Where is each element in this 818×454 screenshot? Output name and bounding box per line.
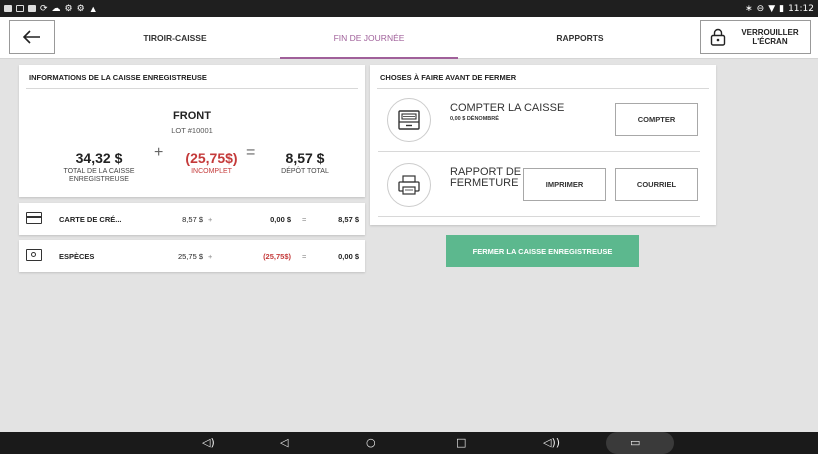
total-deposit: 8,57 $ DÉPÔT TOTAL bbox=[265, 150, 345, 176]
equals-sign: = bbox=[302, 215, 307, 224]
divider bbox=[378, 151, 700, 152]
arrow-left-icon bbox=[23, 30, 40, 44]
tab-label: RAPPORTS bbox=[556, 33, 604, 43]
count-drawer-task: COMPTER LA CAISSE 0,00 $ DÉNOMBRÉ COMPTE… bbox=[378, 98, 710, 142]
equals-sign: = bbox=[246, 144, 256, 161]
wifi-icon: ▼ bbox=[768, 3, 776, 14]
warning-icon: ▲ bbox=[88, 3, 98, 14]
payment-difference: (25,75$) bbox=[263, 252, 291, 261]
volume-up-icon[interactable]: ◁)) bbox=[543, 436, 560, 449]
register-total: 34,32 $ TOTAL DE LA CAISSE ENREGISTREUSE bbox=[49, 150, 149, 184]
image-icon bbox=[16, 5, 24, 12]
volume-down-icon[interactable]: ◁) bbox=[202, 436, 215, 449]
payment-total: 0,00 $ bbox=[338, 252, 359, 261]
equals-sign: = bbox=[302, 252, 307, 261]
active-tab-indicator bbox=[280, 57, 458, 59]
cloud-icon: ☁ bbox=[51, 3, 61, 13]
battery-icon: ▮ bbox=[779, 3, 785, 14]
count-drawer-counted: 0,00 $ DÉNOMBRÉ bbox=[450, 116, 499, 122]
system-navigation-bar: ◁) ◁ ○ □ ◁)) ▭ bbox=[0, 432, 818, 454]
print-button[interactable]: IMPRIMER bbox=[523, 168, 606, 201]
screenshot-button[interactable]: ▭ bbox=[606, 432, 674, 454]
email-button[interactable]: COURRIEL bbox=[615, 168, 698, 201]
cash-icon bbox=[26, 249, 42, 261]
count-button[interactable]: COMPTER bbox=[615, 103, 698, 136]
usb-icon: ⚙ bbox=[76, 3, 85, 13]
incomplete-label: INCOMPLET bbox=[191, 168, 232, 175]
tab-label: TIROIR-CAISSE bbox=[143, 33, 207, 43]
payment-row-card[interactable]: CARTE DE CRÉ... 8,57 $ + 0,00 $ = 8,57 $ bbox=[19, 203, 365, 235]
tab-label: FIN DE JOURNÉE bbox=[333, 33, 405, 43]
closing-report-title: RAPPORT DE FERMETURE bbox=[450, 167, 521, 189]
notification-icon bbox=[28, 5, 36, 12]
count-drawer-title: COMPTER LA CAISSE bbox=[450, 102, 565, 114]
tab-reports[interactable]: RAPPORTS bbox=[505, 17, 655, 59]
closing-report-title-line2: FERMETURE bbox=[450, 177, 519, 189]
tab-end-of-day[interactable]: FIN DE JOURNÉE bbox=[280, 17, 458, 59]
plus-sign: + bbox=[208, 215, 213, 224]
divider bbox=[378, 216, 700, 217]
status-bar: ⟳ ☁ ⚙ ⚙ ▲ ∗ ⊖ ▼ ▮ 11:12 bbox=[0, 0, 818, 17]
plus-sign: + bbox=[208, 252, 213, 261]
back-triangle-icon[interactable]: ◁ bbox=[280, 436, 288, 449]
lot-number: LOT #10001 bbox=[171, 126, 213, 135]
plus-sign: + bbox=[154, 144, 164, 161]
register-info-panel: INFORMATIONS DE LA CAISSE ENREGISTREUSE … bbox=[19, 65, 365, 197]
register-name: FRONT bbox=[173, 110, 211, 122]
closing-report-task: RAPPORT DE FERMETURE IMPRIMER COURRIEL bbox=[378, 163, 710, 207]
payment-difference: 0,00 $ bbox=[270, 215, 291, 224]
printer-icon bbox=[387, 163, 431, 207]
lock-label-line1: VERROUILLER bbox=[741, 28, 799, 37]
panel-title: INFORMATIONS DE LA CAISSE ENREGISTREUSE bbox=[26, 65, 358, 89]
register-total-label-1: TOTAL DE LA CAISSE bbox=[63, 168, 135, 175]
payment-counted: 8,57 $ bbox=[182, 215, 203, 224]
bluetooth-icon: ∗ bbox=[745, 3, 753, 14]
payment-name: CARTE DE CRÉ... bbox=[59, 215, 122, 224]
close-register-button[interactable]: FERMER LA CAISSE ENREGISTREUSE bbox=[446, 235, 639, 267]
payment-name: ESPÈCES bbox=[59, 252, 95, 261]
recents-square-icon[interactable]: □ bbox=[456, 436, 466, 449]
cash-drawer-icon bbox=[387, 98, 431, 142]
screenshot-icon: ▭ bbox=[630, 436, 641, 449]
back-button[interactable] bbox=[9, 20, 55, 54]
lock-icon bbox=[710, 28, 726, 46]
notification-icons: ⟳ ☁ ⚙ ⚙ ▲ bbox=[4, 3, 98, 14]
total-deposit-amount: 8,57 $ bbox=[285, 150, 325, 166]
dnd-icon: ⊖ bbox=[756, 3, 765, 14]
credit-card-icon bbox=[26, 212, 42, 224]
notification-icon bbox=[4, 5, 12, 12]
todo-panel: CHOSES À FAIRE AVANT DE FERMER COMPTER L… bbox=[370, 65, 716, 225]
top-navigation: TIROIR-CAISSE FIN DE JOURNÉE RAPPORTS VE… bbox=[0, 17, 818, 59]
payment-total: 8,57 $ bbox=[338, 215, 359, 224]
panel-title: CHOSES À FAIRE AVANT DE FERMER bbox=[377, 65, 709, 89]
usb-icon: ⚙ bbox=[64, 3, 73, 13]
lock-screen-button[interactable]: VERROUILLER L'ÉCRAN bbox=[700, 20, 811, 54]
register-total-amount: 34,32 $ bbox=[75, 150, 123, 166]
home-circle-icon[interactable]: ○ bbox=[366, 436, 376, 449]
payment-row-cash[interactable]: ESPÈCES 25,75 $ + (25,75$) = 0,00 $ bbox=[19, 240, 365, 272]
incomplete: (25,75$) INCOMPLET bbox=[174, 150, 249, 176]
tab-cash-drawer[interactable]: TIROIR-CAISSE bbox=[100, 17, 250, 59]
lock-label-line2: L'ÉCRAN bbox=[752, 37, 788, 46]
sync-icon: ⟳ bbox=[40, 3, 48, 13]
clock: 11:12 bbox=[788, 3, 814, 14]
register-total-label-2: ENREGISTREUSE bbox=[69, 176, 129, 183]
payment-counted: 25,75 $ bbox=[177, 252, 203, 261]
incomplete-amount: (25,75$) bbox=[185, 150, 238, 166]
total-deposit-label: DÉPÔT TOTAL bbox=[281, 168, 329, 175]
